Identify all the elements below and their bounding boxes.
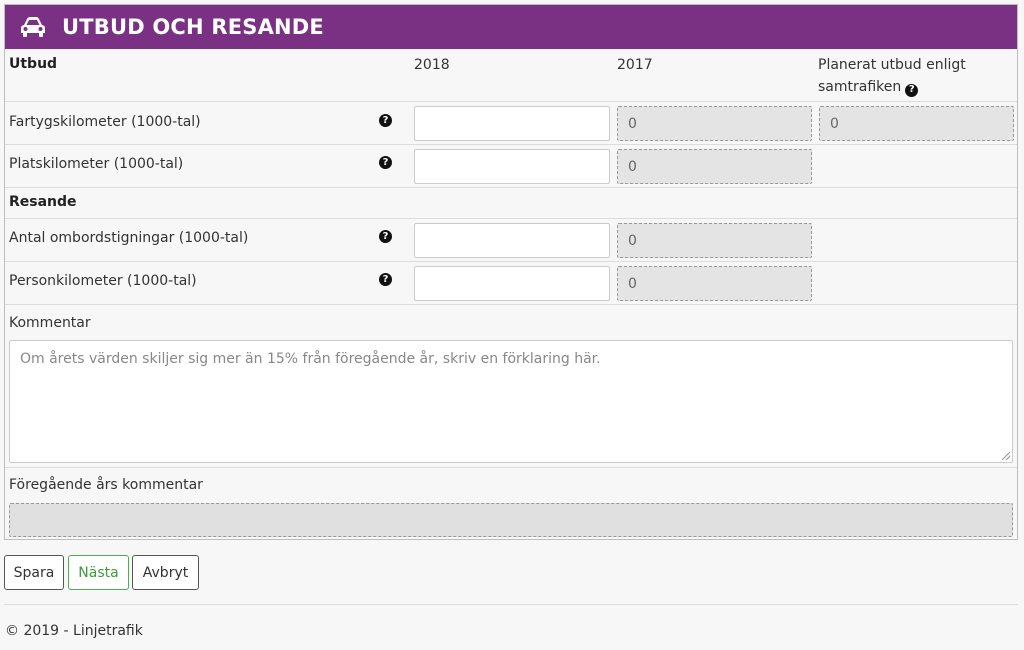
row-fartygskilometer: Fartygskilometer (1000-tal) ? 0 0 bbox=[5, 102, 1017, 145]
resize-handle[interactable] bbox=[1002, 452, 1010, 460]
previous-comment-field bbox=[9, 503, 1013, 537]
input-2018-ombordstigningar[interactable] bbox=[414, 223, 610, 258]
row-label: Antal ombordstigningar (1000-tal) bbox=[9, 230, 249, 246]
readonly-2017-fartygskilometer: 0 bbox=[617, 106, 812, 141]
comment-textarea[interactable]: Om årets värden skiljer sig mer än 15% f… bbox=[9, 340, 1013, 463]
input-2018-fartygskilometer[interactable] bbox=[414, 106, 610, 141]
panel-title: UTBUD OCH RESANDE bbox=[62, 15, 324, 39]
help-icon[interactable]: ? bbox=[379, 114, 392, 127]
help-icon[interactable]: ? bbox=[905, 83, 919, 97]
utbud-section-label: Utbud bbox=[9, 56, 58, 72]
comment-placeholder: Om årets värden skiljer sig mer än 15% f… bbox=[20, 351, 601, 367]
readonly-2017-personkilometer: 0 bbox=[617, 266, 812, 301]
footer-text: © 2019 - Linjetrafik bbox=[5, 623, 143, 639]
resande-section-label: Resande bbox=[9, 194, 77, 210]
comment-label: Kommentar bbox=[9, 315, 91, 331]
readonly-2017-ombordstigningar: 0 bbox=[617, 223, 812, 258]
readonly-planned-fartygskilometer: 0 bbox=[819, 106, 1014, 141]
input-2018-platskilometer[interactable] bbox=[414, 149, 610, 184]
row-platskilometer: Platskilometer (1000-tal) ? 0 bbox=[5, 145, 1017, 188]
column-header-2018: 2018 bbox=[414, 57, 450, 73]
row-label: Platskilometer (1000-tal) bbox=[9, 156, 184, 172]
previous-comment-label: Föregående års kommentar bbox=[9, 477, 203, 493]
resande-header-row: Resande bbox=[5, 188, 1017, 219]
help-icon[interactable]: ? bbox=[379, 273, 392, 286]
help-icon[interactable]: ? bbox=[379, 230, 392, 243]
input-2018-personkilometer[interactable] bbox=[414, 266, 610, 301]
car-icon bbox=[21, 17, 45, 37]
utbud-resande-panel: UTBUD OCH RESANDE Utbud 2018 2017 Planer… bbox=[4, 4, 1018, 540]
row-personkilometer: Personkilometer (1000-tal) ? 0 bbox=[5, 262, 1017, 305]
readonly-2017-platskilometer: 0 bbox=[617, 149, 812, 184]
help-icon[interactable]: ? bbox=[379, 156, 392, 169]
utbud-header-row: Utbud 2018 2017 Planerat utbud enligt sa… bbox=[5, 50, 1017, 102]
row-ombordstigningar: Antal ombordstigningar (1000-tal) ? 0 bbox=[5, 219, 1017, 262]
row-label: Fartygskilometer (1000-tal) bbox=[9, 114, 201, 130]
panel-header: UTBUD OCH RESANDE bbox=[5, 5, 1017, 49]
next-button[interactable]: Nästa bbox=[68, 555, 129, 590]
column-header-planned-label: Planerat utbud enligt samtrafiken bbox=[818, 57, 966, 95]
column-header-2017: 2017 bbox=[617, 57, 653, 73]
footer-divider bbox=[4, 604, 1018, 605]
column-header-planned: Planerat utbud enligt samtrafiken? bbox=[818, 54, 1008, 98]
cancel-button[interactable]: Avbryt bbox=[132, 555, 199, 590]
row-label: Personkilometer (1000-tal) bbox=[9, 273, 197, 289]
save-button[interactable]: Spara bbox=[4, 555, 64, 590]
